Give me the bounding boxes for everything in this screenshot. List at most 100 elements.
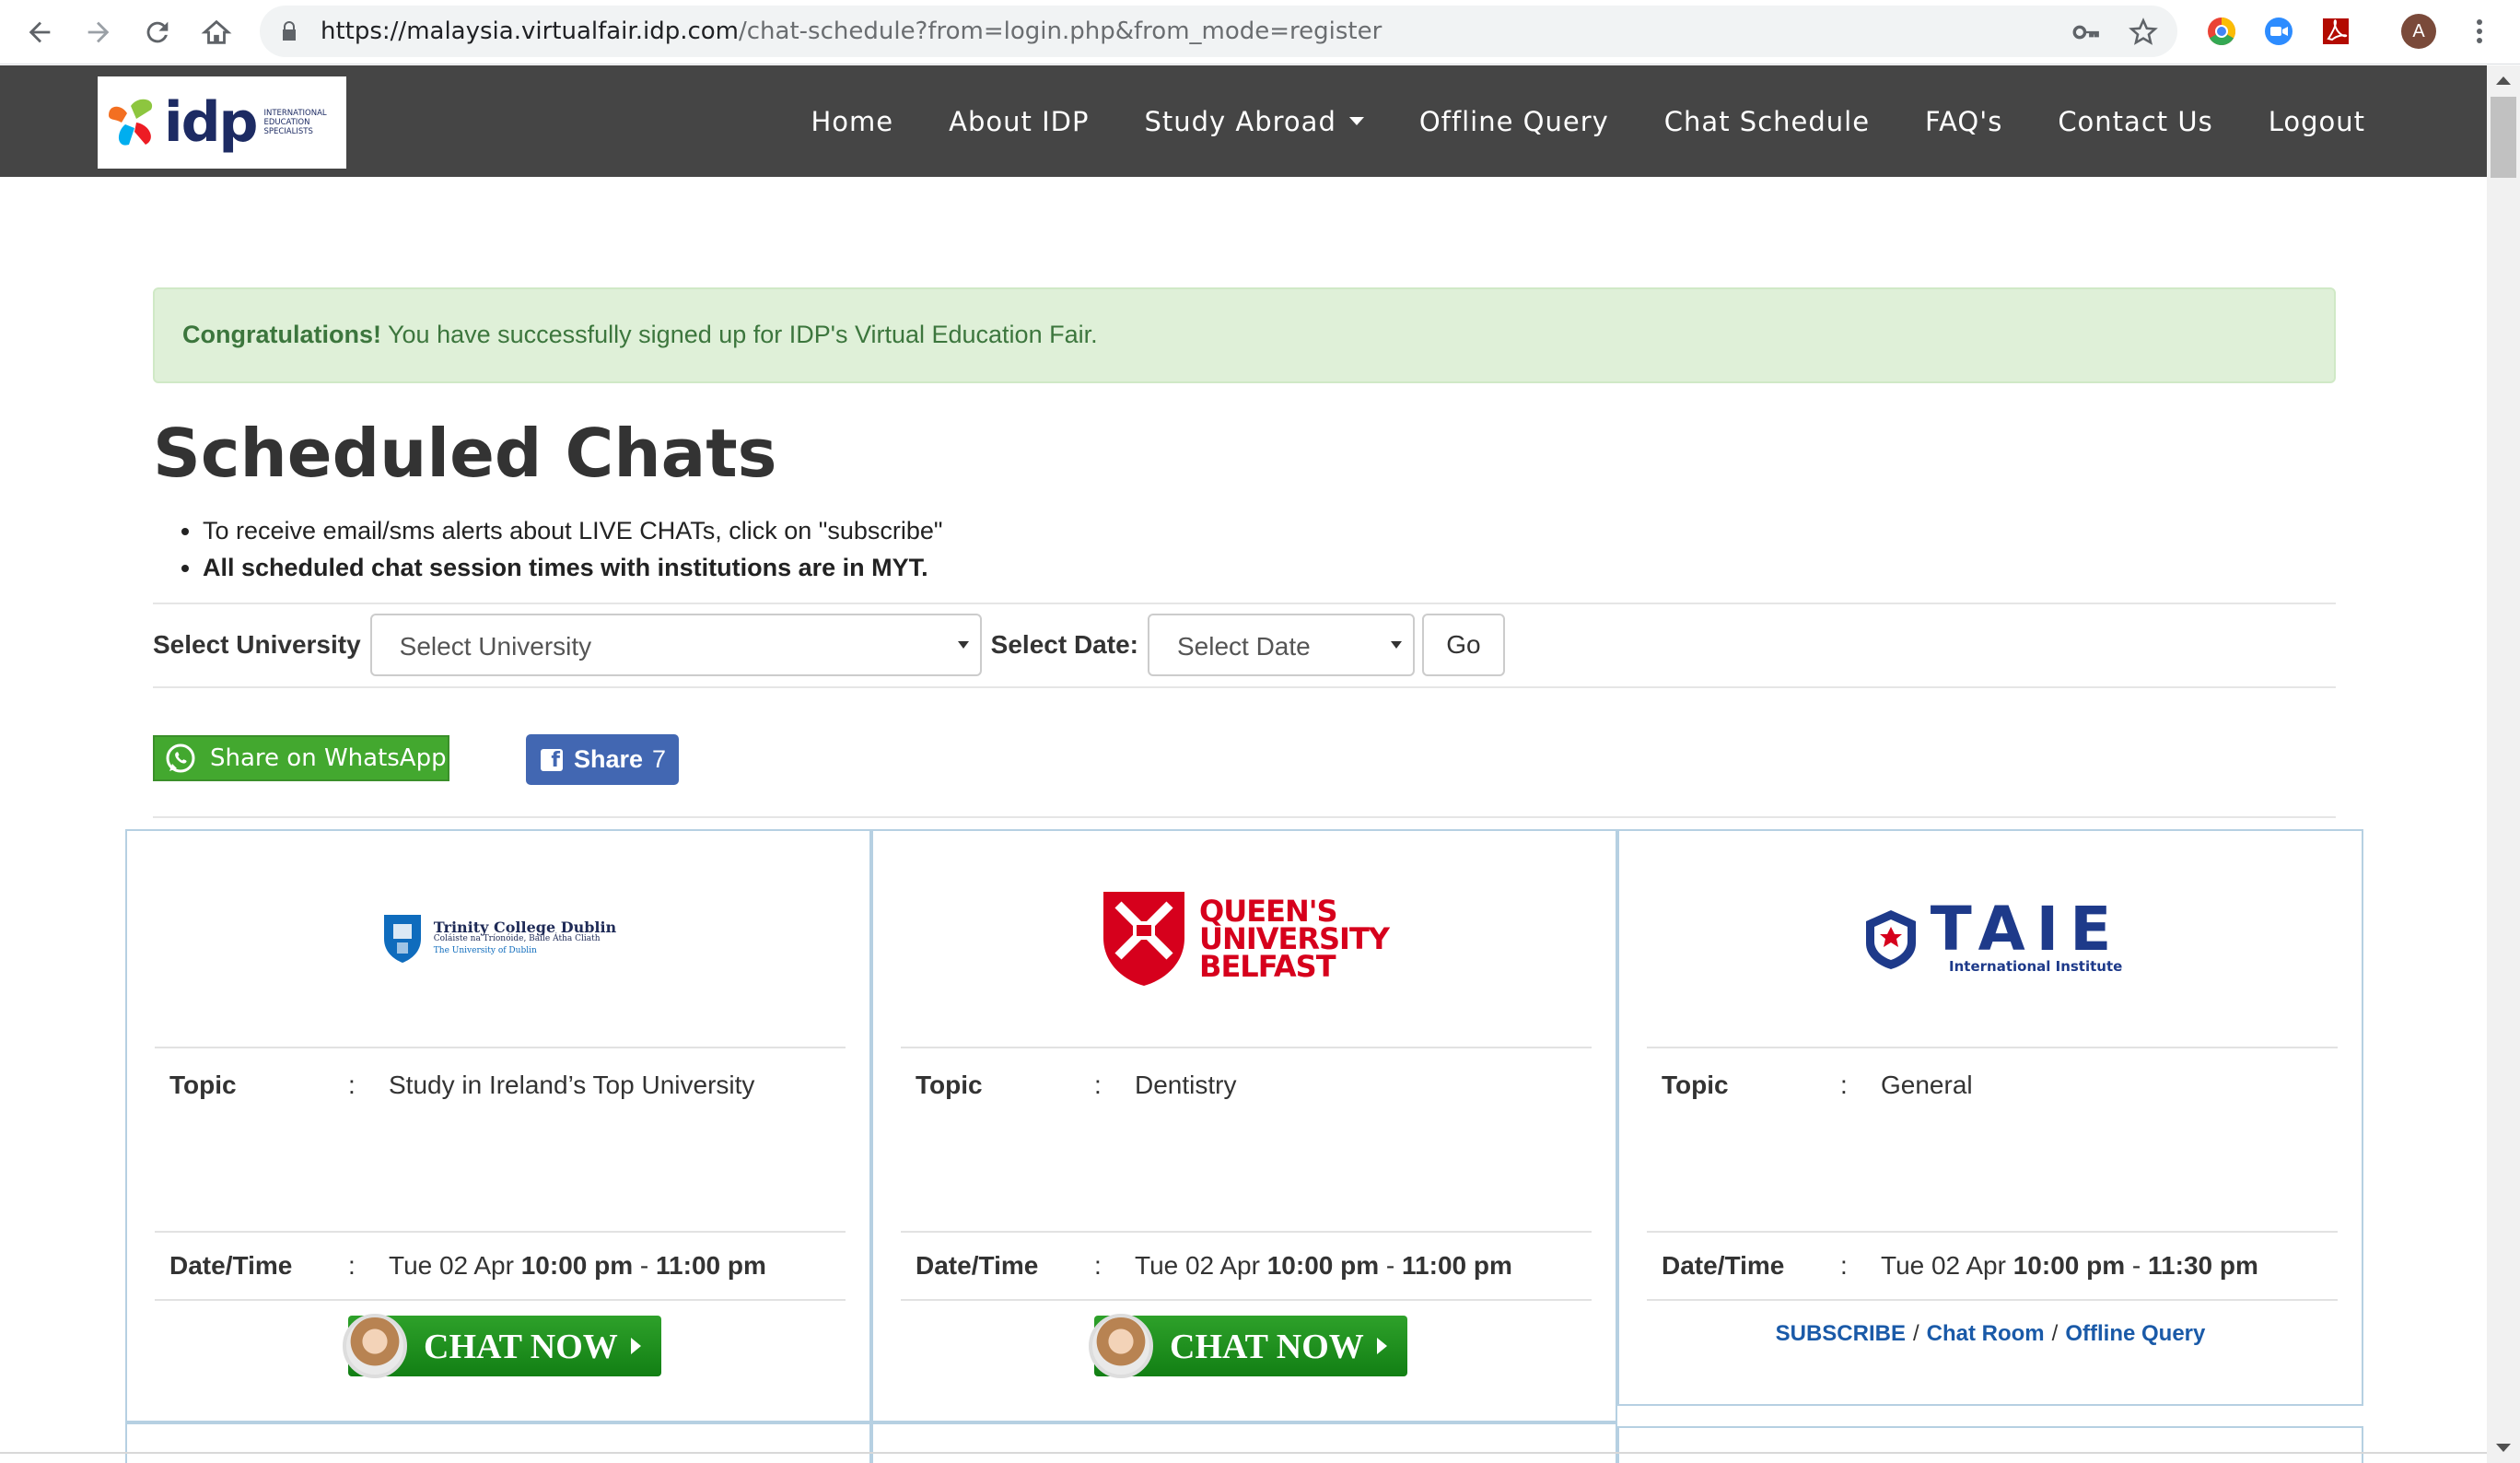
start-time: 10:00 pm: [2012, 1251, 2126, 1280]
date-select[interactable]: Select Date: [1147, 614, 1415, 676]
topic-row: Topic : General: [1647, 1047, 2338, 1231]
chrome-menu-icon[interactable]: [2461, 13, 2498, 50]
nav-faqs[interactable]: FAQ's: [1925, 106, 2002, 137]
address-bar[interactable]: https://malaysia.virtualfair.idp.com/cha…: [260, 6, 2177, 57]
date-value: Tue 02 Apr: [1135, 1251, 1260, 1280]
alert-strong: Congratulations!: [182, 321, 381, 348]
whatsapp-icon: [166, 743, 195, 773]
datetime-row: Date/Time : Tue 02 Apr 10:00 pm - 11:00 …: [155, 1231, 846, 1299]
agent-avatar-icon: [1089, 1314, 1153, 1378]
nav-home[interactable]: Home: [811, 106, 893, 137]
colon: :: [1840, 1071, 1848, 1099]
institution-logo: TAIE International Institute: [1619, 831, 2362, 1047]
topic-value: Study in Ireland’s Top University: [389, 1071, 755, 1099]
datetime-row: Date/Time : Tue 02 Apr 10:00 pm - 11:00 …: [901, 1231, 1592, 1299]
zoom-extension-icon[interactable]: [2260, 13, 2297, 50]
play-arrow-icon: [631, 1338, 641, 1354]
university-filter-label: Select University: [153, 630, 361, 659]
topic-row: Topic : Dentistry: [901, 1047, 1592, 1231]
bookmark-star-icon[interactable]: [2128, 17, 2159, 48]
profile-avatar[interactable]: A: [2400, 13, 2437, 50]
chat-card-next: [1617, 1426, 2363, 1463]
row-divider: [1647, 1299, 2338, 1301]
logo-word: idp: [164, 90, 258, 155]
main-menu: Home About IDP Study Abroad Offline Quer…: [755, 65, 2365, 177]
subscribe-link[interactable]: SUBSCRIBE: [1776, 1321, 1906, 1346]
nav-about-idp[interactable]: About IDP: [949, 106, 1089, 137]
topic-row: Topic : Study in Ireland’s Top Universit…: [155, 1047, 846, 1231]
caret-down-icon: [1348, 117, 1364, 125]
chat-card-next: [125, 1421, 871, 1463]
back-button[interactable]: [17, 9, 63, 55]
date-select-value: Select Date: [1176, 632, 1311, 661]
institution-name-line-3: BELFAST: [1199, 949, 1336, 984]
divider: [153, 603, 2336, 604]
info-item-timezone: All scheduled chat session times with in…: [203, 549, 942, 586]
facebook-share-count: 7: [652, 745, 667, 773]
dropdown-arrow-icon: [957, 641, 969, 649]
chat-now-button[interactable]: CHAT NOW: [1089, 1314, 1407, 1378]
info-list: To receive email/sms alerts about LIVE C…: [203, 512, 942, 586]
facebook-share-button[interactable]: f Share 7: [526, 734, 679, 785]
nav-study-abroad-label: Study Abroad: [1144, 105, 1336, 137]
facebook-icon: f: [541, 748, 563, 771]
whatsapp-share-label: Share on WhatsApp: [210, 744, 447, 772]
nav-contact-us[interactable]: Contact Us: [2058, 106, 2212, 137]
chat-room-link[interactable]: Chat Room: [1927, 1321, 2045, 1346]
university-select[interactable]: Select University: [369, 614, 982, 676]
scrollbar-thumb[interactable]: [2491, 97, 2516, 178]
topic-label: Topic: [169, 1071, 237, 1099]
page-title: Scheduled Chats: [153, 415, 777, 492]
nav-study-abroad[interactable]: Study Abroad: [1144, 105, 1364, 137]
trinity-shield-icon: [383, 915, 421, 963]
forward-button[interactable]: [76, 9, 122, 55]
institution-name: Trinity College Dublin: [433, 918, 617, 936]
home-button[interactable]: [193, 9, 239, 55]
chat-card: Trinity College Dublin Coláiste na Tríon…: [125, 829, 871, 1424]
topic-value: Dentistry: [1135, 1071, 1237, 1099]
datetime-row: Date/Time : Tue 02 Apr 10:00 pm - 11:30 …: [1647, 1231, 2338, 1299]
divider: [153, 686, 2336, 688]
logo-tagline: International Education Specialists: [263, 109, 327, 136]
scroll-down-arrow-icon[interactable]: [2496, 1444, 2511, 1452]
back-arrow-icon: [29, 21, 51, 43]
key-icon[interactable]: [2071, 17, 2102, 48]
viewport-edge: [0, 1452, 2487, 1454]
end-time: 11:00 pm: [656, 1251, 766, 1280]
colon: :: [1840, 1251, 1848, 1280]
end-time: 11:00 pm: [1402, 1251, 1512, 1280]
offline-query-link[interactable]: Offline Query: [2065, 1321, 2205, 1346]
profile-initial: A: [2401, 14, 2436, 49]
chat-now-label: CHAT NOW: [424, 1328, 618, 1366]
divider: [153, 816, 2336, 818]
topic-label: Topic: [1662, 1071, 1729, 1099]
nav-logout[interactable]: Logout: [2269, 106, 2365, 137]
datetime-label: Date/Time: [169, 1251, 293, 1280]
university-select-value: Select University: [399, 632, 592, 661]
whatsapp-share-button[interactable]: Share on WhatsApp: [153, 735, 449, 781]
row-divider: [901, 1299, 1592, 1301]
institution-subname: International Institute: [1949, 958, 2123, 975]
queens-shield-icon: [1103, 892, 1185, 986]
datetime-label: Date/Time: [916, 1251, 1039, 1280]
home-icon: [201, 19, 232, 44]
chat-now-button[interactable]: CHAT NOW: [343, 1314, 661, 1378]
institution-subname-2: The University of Dublin: [433, 945, 537, 955]
idp-logo[interactable]: idp International Education Specialists: [98, 76, 346, 169]
page-scrollbar[interactable]: [2487, 65, 2520, 1463]
scroll-up-arrow-icon[interactable]: [2496, 76, 2511, 85]
topic-label: Topic: [916, 1071, 983, 1099]
filter-bar: Select University Select University Sele…: [153, 614, 1505, 676]
card-links: SUBSCRIBE / Chat Room / Offline Query: [1619, 1321, 2362, 1347]
reload-button[interactable]: [134, 9, 181, 55]
colon: :: [1094, 1071, 1102, 1099]
url-path: /chat-schedule?from=login.php&from_mode=…: [739, 18, 1382, 45]
pdf-extension-icon[interactable]: [2317, 13, 2354, 50]
go-button[interactable]: Go: [1421, 614, 1505, 676]
alert-text: You have successfully signed up for IDP'…: [381, 321, 1098, 348]
nav-offline-query[interactable]: Offline Query: [1419, 106, 1609, 137]
nav-chat-schedule[interactable]: Chat Schedule: [1664, 106, 1870, 137]
forward-arrow-icon: [88, 21, 110, 43]
colon: :: [348, 1071, 356, 1099]
color-extension-icon[interactable]: [2203, 13, 2240, 50]
